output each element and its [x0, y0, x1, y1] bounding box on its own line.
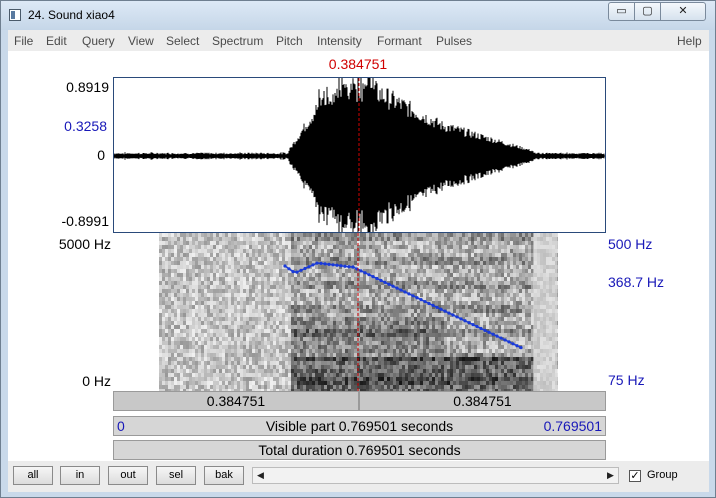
menu-pulses[interactable]: Pulses: [436, 34, 472, 48]
waveform-max-label: 0.8919: [66, 79, 109, 95]
client-area: File Edit Query View Select Spectrum Pit…: [8, 30, 709, 492]
pitch-min-label: 75 Hz: [608, 372, 645, 388]
menu-help[interactable]: Help: [677, 34, 702, 48]
title-bar: 24. Sound xiao4 ▭ ▢ ✕: [1, 1, 715, 30]
group-checkbox-label: Group: [647, 469, 678, 481]
visible-end-time: 0.769501: [543, 418, 602, 434]
visible-part-bar[interactable]: 0 Visible part 0.769501 seconds 0.769501: [113, 416, 606, 436]
waveform-panel[interactable]: [113, 77, 606, 234]
window-icon: [9, 9, 21, 21]
pitch-max-label: 500 Hz: [608, 236, 653, 252]
spectrogram-panel[interactable]: [113, 233, 606, 393]
window-title: 24. Sound xiao4: [28, 8, 115, 22]
group-checkbox[interactable]: ✓: [629, 470, 641, 482]
selection-right-part[interactable]: 0.384751: [359, 391, 606, 411]
visible-part-label: Visible part 0.769501 seconds: [265, 418, 454, 434]
waveform-cursor-value-label: 0.3258: [64, 118, 107, 134]
menu-select[interactable]: Select: [166, 34, 199, 48]
close-button[interactable]: ✕: [660, 2, 706, 21]
spectrogram-min-freq-label: 0 Hz: [82, 373, 111, 389]
pitch-cursor-label: 368.7 Hz: [608, 274, 665, 290]
menu-formant[interactable]: Formant: [377, 34, 422, 48]
menu-view[interactable]: View: [128, 34, 154, 48]
menu-spectrum[interactable]: Spectrum: [212, 34, 263, 48]
waveform-min-label: -0.8991: [61, 213, 109, 229]
zoom-in-button[interactable]: in: [60, 466, 100, 485]
maximize-button[interactable]: ▢: [634, 2, 661, 21]
bottom-toolbar: all in out sel bak ◀ ▶ ✓ Group: [8, 461, 709, 492]
zoom-out-button[interactable]: out: [108, 466, 148, 485]
menu-bar: File Edit Query View Select Spectrum Pit…: [8, 31, 709, 51]
waveform-zero-label: 0: [97, 147, 105, 163]
menu-edit[interactable]: Edit: [46, 34, 67, 48]
menu-query[interactable]: Query: [82, 34, 115, 48]
cursor-time-label: 0.384751: [328, 56, 388, 72]
zoom-all-button[interactable]: all: [13, 466, 53, 485]
total-duration-bar[interactable]: Total duration 0.769501 seconds: [113, 440, 606, 460]
spectrogram-plot: [159, 233, 558, 393]
praat-sound-window: 24. Sound xiao4 ▭ ▢ ✕ File Edit Query Vi…: [0, 0, 716, 498]
selection-left-part[interactable]: 0.384751: [113, 391, 359, 411]
waveform-plot: [113, 78, 605, 234]
zoom-selection-button[interactable]: sel: [156, 466, 196, 485]
sound-editor[interactable]: 0.384751 0.8919 0.3258 0 -0.8991 5000 Hz…: [8, 51, 709, 461]
scroll-right-arrow-icon[interactable]: ▶: [603, 468, 618, 483]
scroll-left-arrow-icon[interactable]: ◀: [253, 468, 268, 483]
menu-pitch[interactable]: Pitch: [276, 34, 303, 48]
zoom-back-button[interactable]: bak: [204, 466, 244, 485]
minimize-button[interactable]: ▭: [608, 2, 635, 21]
horizontal-scrollbar[interactable]: ◀ ▶: [252, 467, 619, 484]
menu-intensity[interactable]: Intensity: [317, 34, 362, 48]
menu-file[interactable]: File: [14, 34, 33, 48]
spectrogram-max-freq-label: 5000 Hz: [58, 236, 111, 252]
